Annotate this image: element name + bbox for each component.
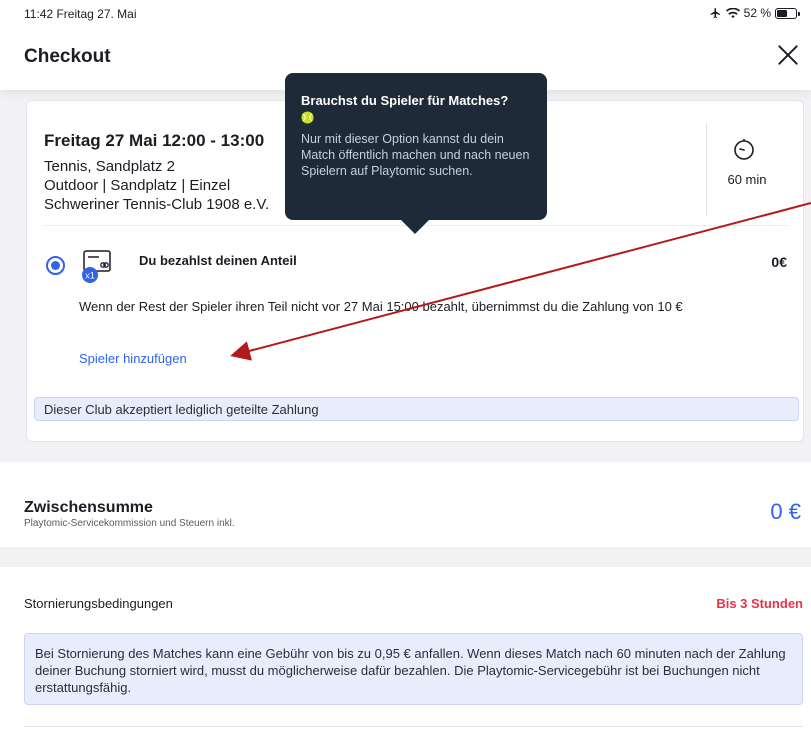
booking-court: Tennis, Sandplatz 2 (44, 158, 175, 175)
status-indicators: 52 % (709, 6, 800, 20)
tooltip-body: Nur mit dieser Option kannst du dein Mat… (301, 132, 530, 178)
booking-club: Schweriner Tennis-Club 1908 e.V. (44, 196, 270, 213)
payment-badge: x1 (85, 271, 95, 281)
battery-percent: 52 % (743, 6, 771, 20)
split-payment-icon: x1 (82, 250, 111, 283)
divider (24, 726, 803, 727)
booking-date: Freitag 27 Mai 12:00 - 13:00 (44, 131, 265, 150)
payment-amount: 0€ (771, 254, 787, 270)
players-tooltip: Brauchst du Spieler für Matches? Nur mit… (285, 73, 547, 234)
add-players-link[interactable]: Spieler hinzufügen (79, 351, 187, 366)
close-icon[interactable] (775, 42, 801, 68)
split-payment-info: Dieser Club akzeptiert lediglich geteilt… (34, 397, 799, 421)
cancellation-section: Stornierungsbedingungen Bis 3 Stunden Be… (0, 567, 811, 729)
tennis-ball-icon (301, 111, 314, 124)
payment-option-radio[interactable] (46, 256, 65, 275)
status-time: 11:42 Freitag 27. Mai (24, 7, 137, 21)
tooltip-title: Brauchst du Spieler für Matches? (301, 93, 509, 108)
subtotal-amount: 0 € (770, 499, 801, 524)
cancellation-deadline: Bis 3 Stunden (716, 596, 803, 611)
wifi-icon (725, 7, 740, 18)
booking-duration: 60 min (727, 172, 767, 187)
payment-option-label: Du bezahlst deinen Anteil (139, 253, 297, 268)
status-bar: 11:42 Freitag 27. Mai 52 % (0, 0, 811, 26)
subtotal-subtitle: Playtomic-Servicekommission und Steuern … (24, 518, 235, 529)
cancellation-info: Bei Stornierung des Matches kann eine Ge… (24, 633, 803, 705)
airplane-icon (710, 8, 720, 18)
battery-icon (775, 7, 800, 19)
page-title: Checkout (24, 46, 111, 67)
subtotal-section: Zwischensumme Playtomic-Servicekommissio… (0, 462, 811, 547)
cancellation-title: Stornierungsbedingungen (24, 596, 173, 611)
divider (706, 123, 707, 215)
payment-note: Wenn der Rest der Spieler ihren Teil nic… (79, 299, 683, 314)
subtotal-title: Zwischensumme (24, 499, 153, 516)
stopwatch-icon (734, 138, 754, 160)
booking-details: Outdoor | Sandplatz | Einzel (44, 177, 231, 194)
